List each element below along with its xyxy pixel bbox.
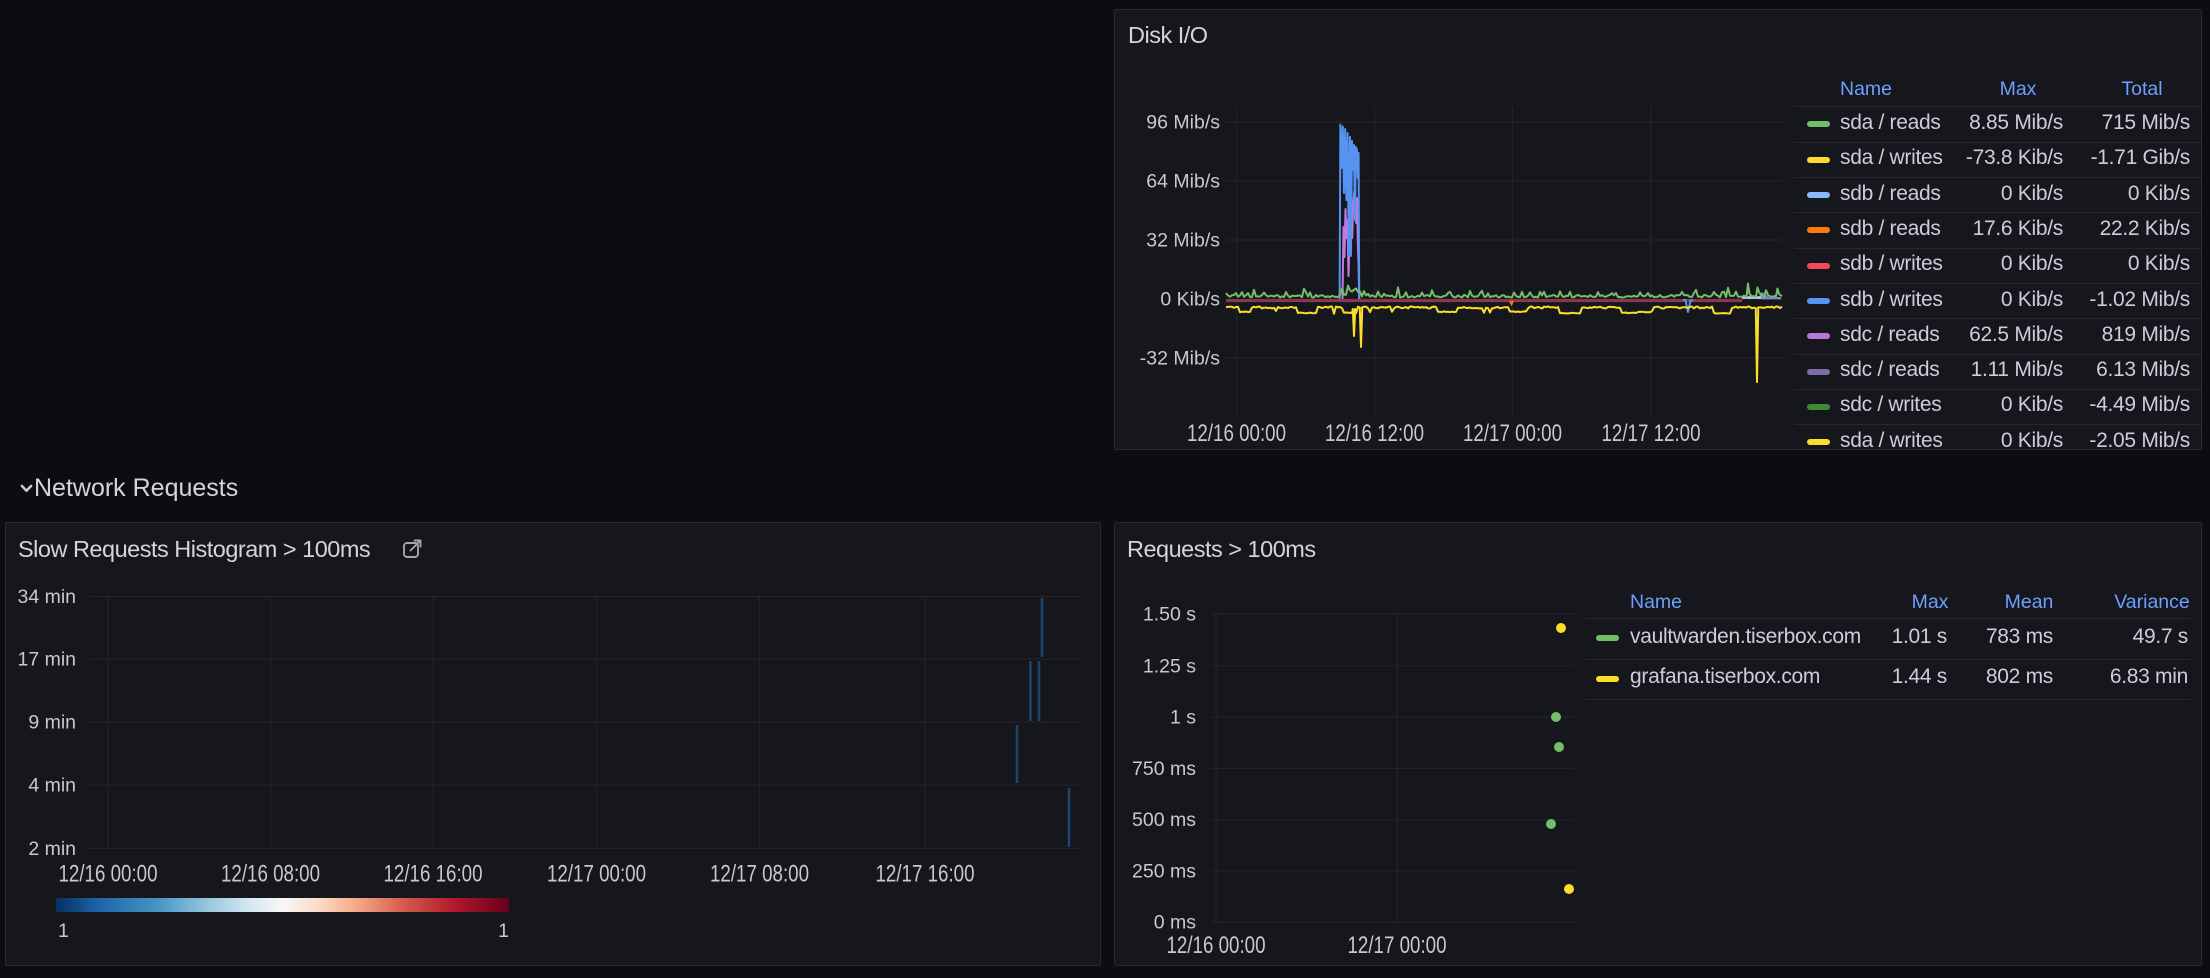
svg-text:34 min: 34 min (17, 586, 76, 608)
svg-text:0 ms: 0 ms (1154, 912, 1197, 934)
svg-text:1.25 s: 1.25 s (1143, 655, 1196, 677)
svg-text:32 Mib/s: 32 Mib/s (1146, 230, 1220, 252)
svg-text:12/16 08:00: 12/16 08:00 (221, 861, 320, 888)
svg-text:12/17 00:00: 12/17 00:00 (547, 861, 646, 888)
svg-text:12/17 00:00: 12/17 00:00 (1463, 420, 1562, 447)
svg-text:-32 Mib/s: -32 Mib/s (1140, 348, 1220, 370)
svg-text:1.50 s: 1.50 s (1143, 604, 1196, 626)
svg-text:12/16 16:00: 12/16 16:00 (384, 861, 483, 888)
svg-text:12/16 00:00: 12/16 00:00 (59, 861, 158, 888)
svg-text:750 ms: 750 ms (1132, 758, 1196, 780)
svg-text:1: 1 (498, 920, 509, 942)
svg-text:9 min: 9 min (28, 712, 76, 734)
svg-text:500 ms: 500 ms (1132, 809, 1196, 831)
svg-text:12/16 00:00: 12/16 00:00 (1187, 420, 1286, 447)
svg-text:1: 1 (58, 920, 69, 942)
svg-text:12/17 08:00: 12/17 08:00 (710, 861, 809, 888)
svg-text:2 min: 2 min (28, 838, 76, 860)
svg-text:96 Mib/s: 96 Mib/s (1146, 112, 1220, 134)
svg-text:1 s: 1 s (1170, 707, 1196, 729)
svg-text:12/16 00:00: 12/16 00:00 (1167, 932, 1266, 959)
svg-text:12/17 00:00: 12/17 00:00 (1348, 932, 1447, 959)
svg-text:0 Kib/s: 0 Kib/s (1160, 289, 1220, 311)
svg-text:4 min: 4 min (28, 775, 76, 797)
svg-text:12/16 12:00: 12/16 12:00 (1325, 420, 1424, 447)
svg-text:12/17 12:00: 12/17 12:00 (1602, 420, 1701, 447)
svg-text:17 min: 17 min (17, 649, 76, 671)
svg-text:250 ms: 250 ms (1132, 860, 1196, 882)
svg-text:64 Mib/s: 64 Mib/s (1146, 171, 1220, 193)
svg-text:12/17 16:00: 12/17 16:00 (876, 861, 975, 888)
